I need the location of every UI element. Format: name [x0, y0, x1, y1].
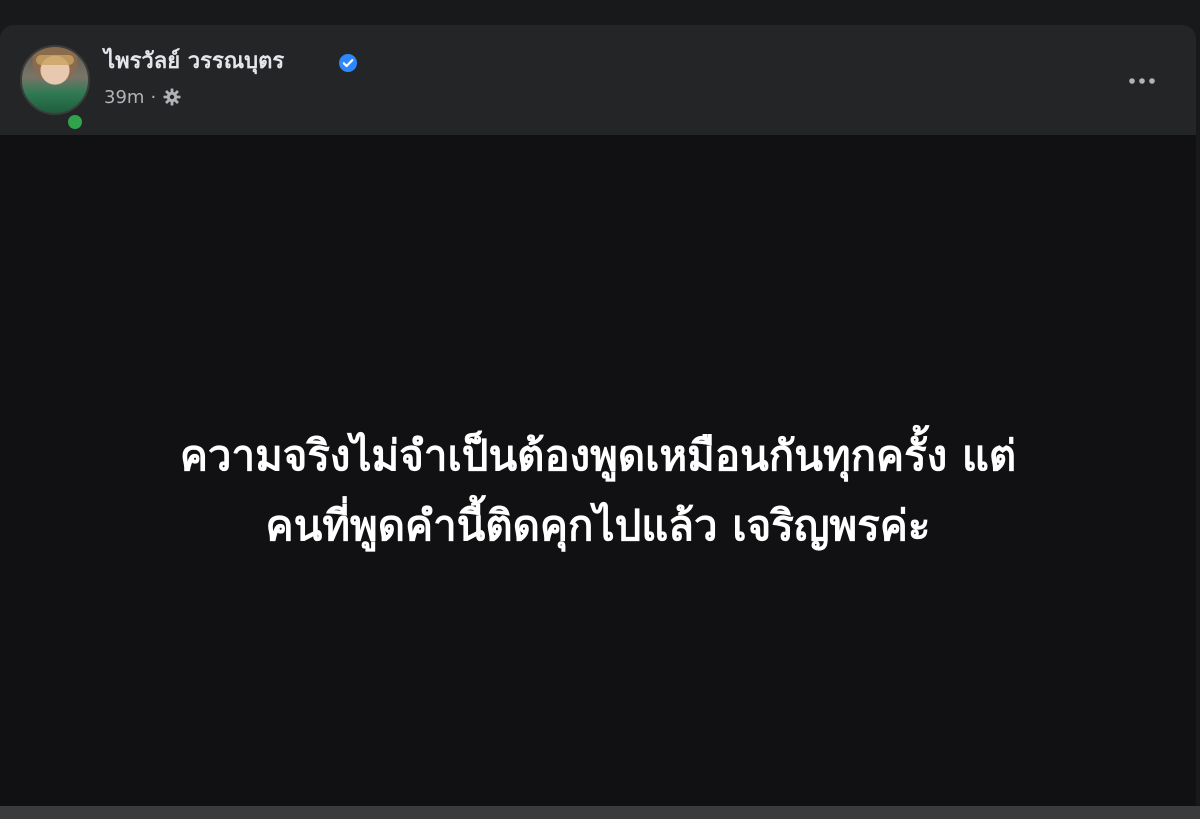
- post-text-line: คนที่พูดคำนี้ติดคุกไปแล้ว เจริญพรค่ะ: [265, 501, 931, 550]
- post-text-line: ความจริงไม่จำเป็นต้องพูดเหมือนกันทุกครั้…: [179, 431, 1017, 480]
- ellipsis-icon: [1129, 78, 1155, 84]
- post-text: ความจริงไม่จำเป็นต้องพูดเหมือนกันทุกครั้…: [0, 421, 1196, 561]
- meta-separator: ·: [150, 86, 157, 108]
- post-card: ไพรวัลย์ วรรณบุตร 39m · ความจริงไม่จำเป็…: [0, 25, 1196, 813]
- post-meta: 39m ·: [104, 85, 182, 109]
- post-footer-edge: [0, 806, 1200, 819]
- post-header: ไพรวัลย์ วรรณบุตร 39m ·: [0, 25, 1196, 135]
- avatar-headpiece: [36, 55, 74, 65]
- post-timestamp[interactable]: 39m: [104, 87, 144, 108]
- online-status-dot: [65, 112, 85, 132]
- gear-icon[interactable]: [162, 87, 182, 107]
- verified-badge-icon: [339, 54, 357, 72]
- post-body[interactable]: ความจริงไม่จำเป็นต้องพูดเหมือนกันทุกครั้…: [0, 135, 1196, 813]
- author-name[interactable]: ไพรวัลย์ วรรณบุตร: [104, 47, 284, 77]
- avatar[interactable]: [20, 45, 90, 115]
- more-options-button[interactable]: [1122, 61, 1162, 101]
